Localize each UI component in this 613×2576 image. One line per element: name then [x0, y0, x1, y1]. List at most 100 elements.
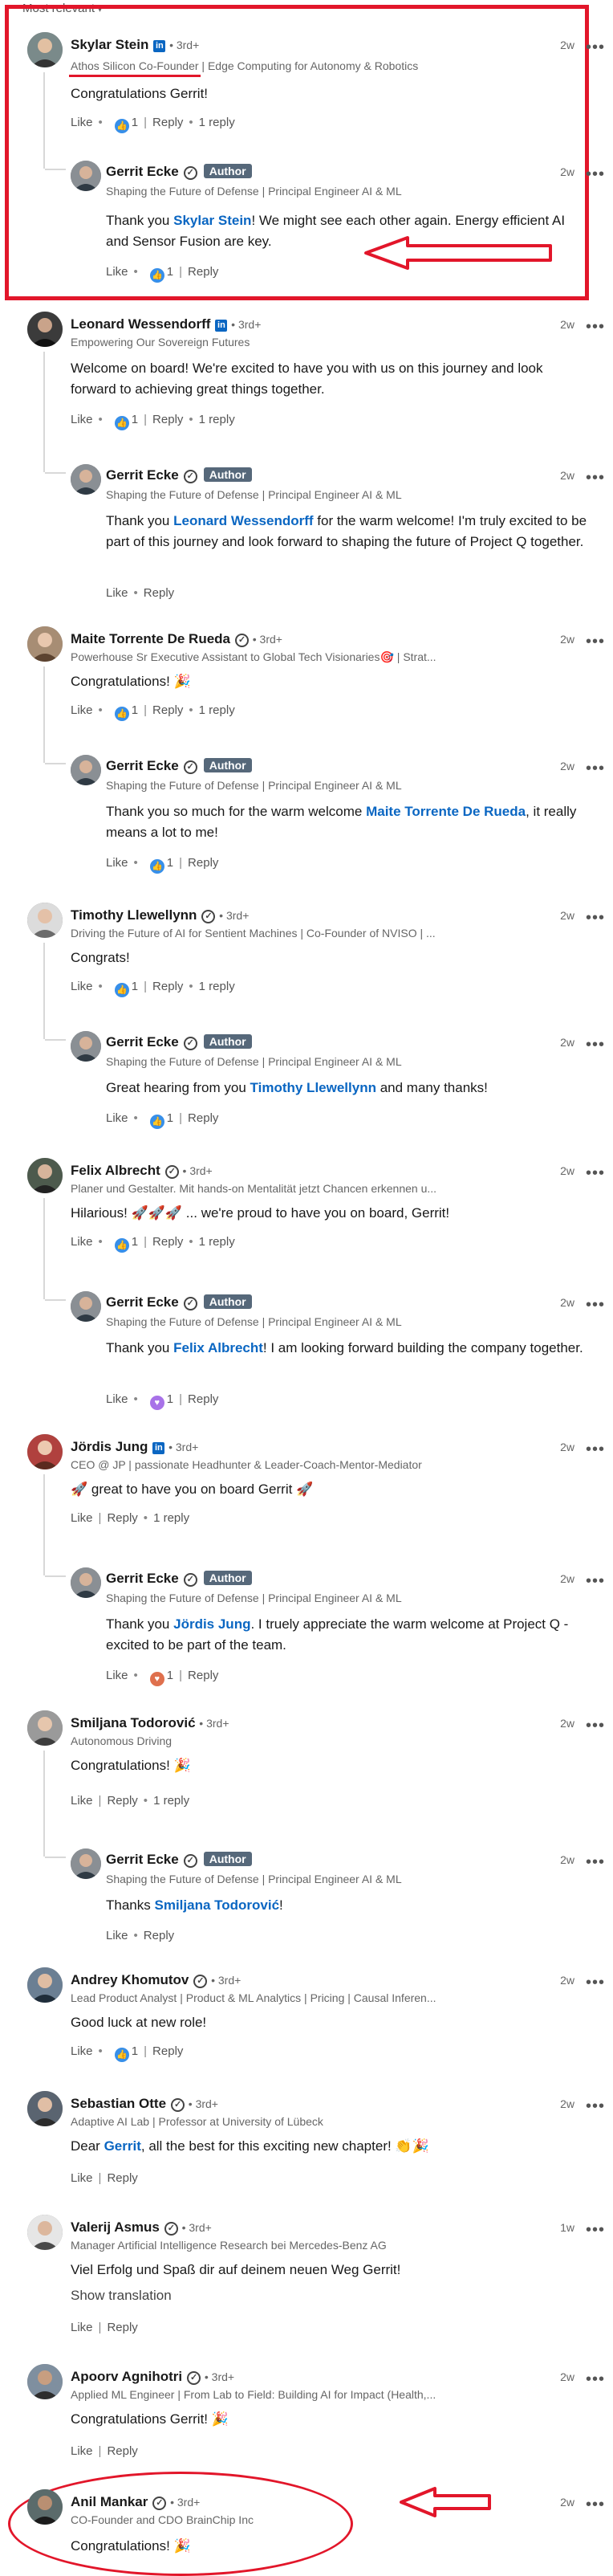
- commenter-name[interactable]: Felix Albrecht ✓ • 3rd+: [71, 1163, 213, 1179]
- reaction-count[interactable]: 1: [167, 856, 173, 870]
- avatar[interactable]: [71, 464, 101, 495]
- mention-link[interactable]: Timothy Llewellynn: [250, 1080, 376, 1095]
- avatar[interactable]: [27, 903, 63, 938]
- replies-count[interactable]: 1 reply: [199, 413, 235, 426]
- more-options-icon[interactable]: •••: [586, 1165, 605, 1181]
- like-button[interactable]: Like: [106, 1392, 128, 1406]
- avatar[interactable]: [71, 1031, 101, 1062]
- reply-author-name[interactable]: Gerrit Ecke ✓ Author: [106, 1571, 252, 1587]
- commenter-name[interactable]: Skylar Stein in • 3rd+: [71, 37, 199, 53]
- like-button[interactable]: Like: [106, 1669, 128, 1682]
- avatar[interactable]: [27, 1967, 63, 2003]
- more-options-icon[interactable]: •••: [586, 2098, 605, 2114]
- reaction-count[interactable]: 1: [167, 1669, 173, 1682]
- reaction-count[interactable]: 1: [167, 1392, 173, 1406]
- more-options-icon[interactable]: •••: [586, 760, 605, 776]
- reply-author-name[interactable]: Gerrit Ecke ✓ Author: [106, 758, 252, 774]
- reply-button[interactable]: Reply: [152, 413, 183, 426]
- avatar[interactable]: [27, 2215, 63, 2250]
- like-button[interactable]: Like: [71, 2044, 93, 2058]
- mention-link[interactable]: Leonard Wessendorff: [173, 513, 313, 528]
- commenter-name[interactable]: Smiljana Todorović • 3rd+: [71, 1715, 229, 1731]
- avatar[interactable]: [27, 1158, 63, 1193]
- avatar[interactable]: [71, 1567, 101, 1598]
- like-button[interactable]: Like: [106, 586, 128, 600]
- commenter-name[interactable]: Jördis Jung in • 3rd+: [71, 1439, 198, 1455]
- reply-button[interactable]: Reply: [152, 980, 183, 993]
- more-options-icon[interactable]: •••: [586, 39, 605, 55]
- like-button[interactable]: Like: [71, 2321, 93, 2334]
- like-button[interactable]: Like: [71, 2171, 93, 2185]
- more-options-icon[interactable]: •••: [586, 2497, 605, 2513]
- like-button[interactable]: Like: [71, 413, 93, 426]
- more-options-icon[interactable]: •••: [586, 1441, 605, 1457]
- more-options-icon[interactable]: •••: [586, 1297, 605, 1313]
- like-button[interactable]: Like: [106, 856, 128, 870]
- more-options-icon[interactable]: •••: [586, 319, 605, 335]
- reply-button[interactable]: Reply: [152, 1235, 183, 1249]
- reply-button[interactable]: Reply: [144, 586, 174, 600]
- reply-author-name[interactable]: Gerrit Ecke ✓ Author: [106, 164, 252, 180]
- replies-count[interactable]: 1 reply: [153, 1511, 189, 1525]
- avatar[interactable]: [27, 626, 63, 662]
- more-options-icon[interactable]: •••: [586, 1718, 605, 1734]
- more-options-icon[interactable]: •••: [586, 1975, 605, 1991]
- reply-button[interactable]: Reply: [152, 703, 183, 717]
- avatar[interactable]: [27, 2364, 63, 2399]
- commenter-name[interactable]: Leonard Wessendorff in • 3rd+: [71, 316, 261, 332]
- reaction-count[interactable]: 1: [132, 703, 138, 717]
- mention-link[interactable]: Jördis Jung: [173, 1616, 250, 1632]
- like-button[interactable]: Like: [71, 703, 93, 717]
- avatar[interactable]: [27, 32, 63, 67]
- avatar[interactable]: [27, 1434, 63, 1469]
- avatar[interactable]: [71, 1291, 101, 1322]
- more-options-icon[interactable]: •••: [586, 166, 605, 182]
- commenter-name[interactable]: Anil Mankar ✓ • 3rd+: [71, 2494, 200, 2510]
- reply-author-name[interactable]: Gerrit Ecke ✓ Author: [106, 1294, 252, 1310]
- like-button[interactable]: Like: [71, 2444, 93, 2458]
- more-options-icon[interactable]: •••: [586, 1854, 605, 1870]
- more-options-icon[interactable]: •••: [586, 910, 605, 926]
- reaction-count[interactable]: 1: [132, 1235, 138, 1249]
- mention-link[interactable]: Skylar Stein: [173, 213, 251, 228]
- more-options-icon[interactable]: •••: [586, 2371, 605, 2387]
- more-options-icon[interactable]: •••: [586, 1037, 605, 1053]
- avatar[interactable]: [27, 2489, 63, 2525]
- like-button[interactable]: Like: [71, 1235, 93, 1249]
- reply-button[interactable]: Reply: [107, 1794, 137, 1808]
- reply-button[interactable]: Reply: [107, 2171, 137, 2185]
- avatar[interactable]: [27, 2091, 63, 2126]
- reply-button[interactable]: Reply: [144, 1929, 174, 1942]
- replies-count[interactable]: 1 reply: [153, 1794, 189, 1808]
- reply-button[interactable]: Reply: [107, 1511, 137, 1525]
- mention-link[interactable]: Smiljana Todorović: [154, 1897, 279, 1913]
- reply-author-name[interactable]: Gerrit Ecke ✓ Author: [106, 1034, 252, 1050]
- commenter-name[interactable]: Timothy Llewellynn ✓ • 3rd+: [71, 907, 249, 923]
- replies-count[interactable]: 1 reply: [199, 980, 235, 993]
- reply-button[interactable]: Reply: [152, 2044, 183, 2058]
- avatar[interactable]: [71, 755, 101, 785]
- commenter-name[interactable]: Maite Torrente De Rueda ✓ • 3rd+: [71, 631, 282, 647]
- replies-count[interactable]: 1 reply: [199, 116, 235, 129]
- like-button[interactable]: Like: [106, 1929, 128, 1942]
- more-options-icon[interactable]: •••: [586, 470, 605, 486]
- more-options-icon[interactable]: •••: [586, 634, 605, 650]
- reaction-count[interactable]: 1: [167, 265, 173, 279]
- mention-link[interactable]: Felix Albrecht: [173, 1340, 263, 1355]
- reaction-count[interactable]: 1: [132, 116, 138, 129]
- reply-author-name[interactable]: Gerrit Ecke ✓ Author: [106, 467, 252, 483]
- avatar[interactable]: [71, 161, 101, 191]
- reply-button[interactable]: Reply: [188, 1392, 218, 1406]
- reply-button[interactable]: Reply: [188, 265, 218, 279]
- more-options-icon[interactable]: •••: [586, 2222, 605, 2238]
- reply-button[interactable]: Reply: [107, 2321, 137, 2334]
- reaction-count[interactable]: 1: [132, 413, 138, 426]
- like-button[interactable]: Like: [71, 1511, 93, 1525]
- like-button[interactable]: Like: [106, 265, 128, 279]
- reaction-count[interactable]: 1: [132, 980, 138, 993]
- replies-count[interactable]: 1 reply: [199, 1235, 235, 1249]
- reply-button[interactable]: Reply: [107, 2444, 137, 2458]
- commenter-name[interactable]: Sebastian Otte ✓ • 3rd+: [71, 2096, 218, 2112]
- reaction-count[interactable]: 1: [132, 2044, 138, 2058]
- reply-button[interactable]: Reply: [188, 1111, 218, 1125]
